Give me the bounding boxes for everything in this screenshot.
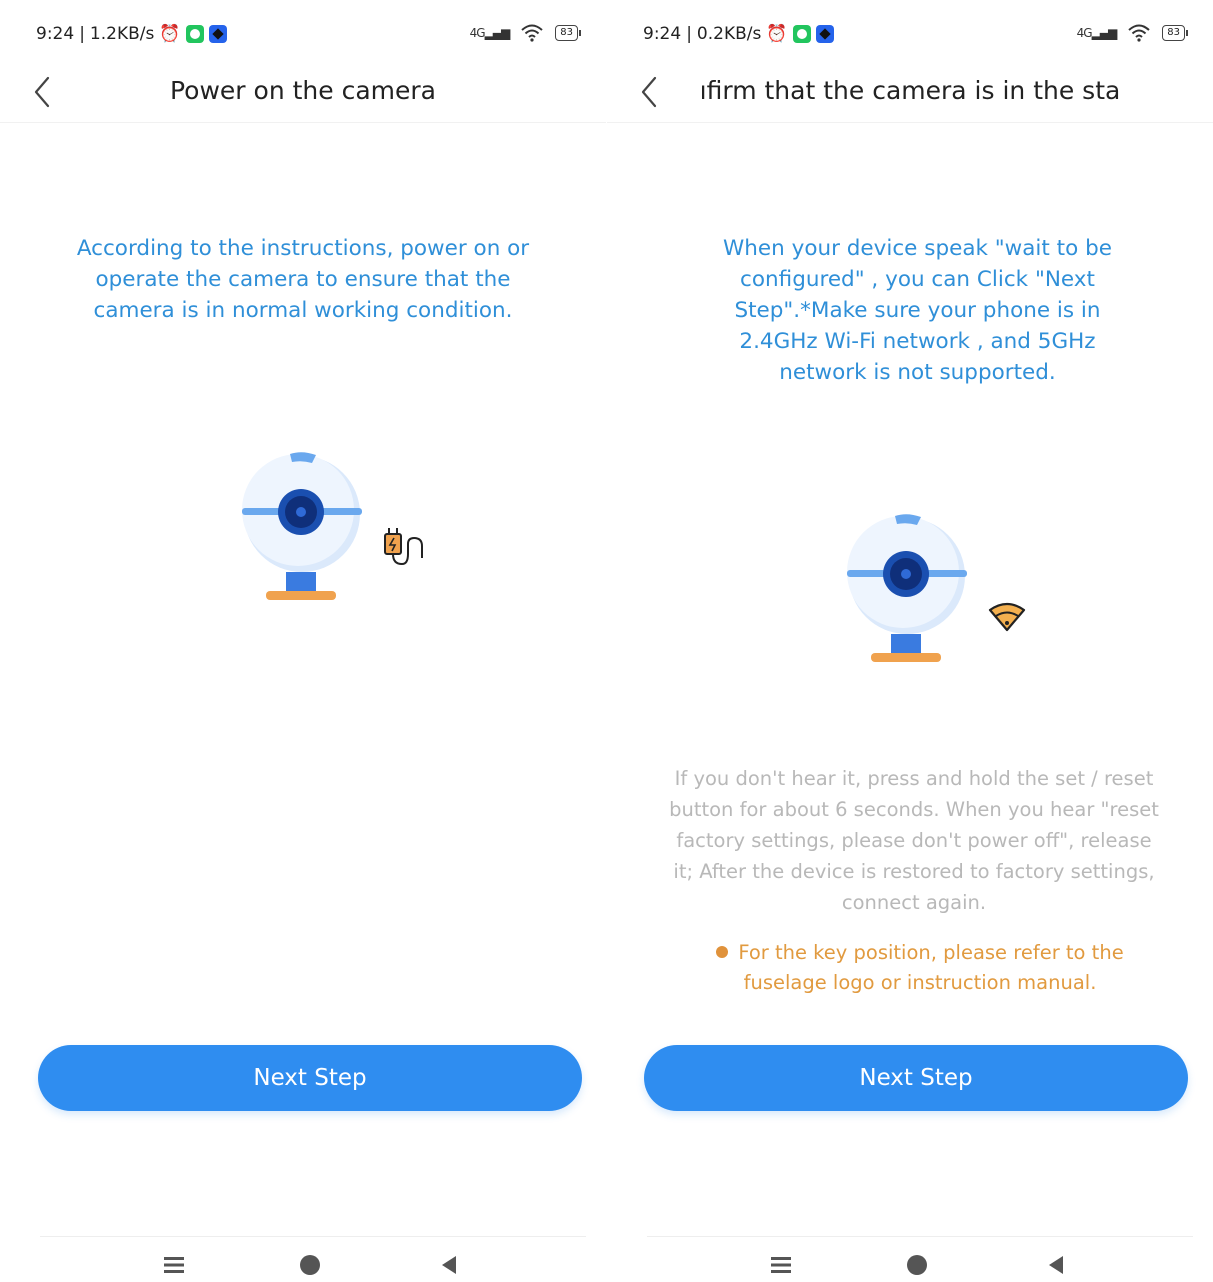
- battery-icon: 83: [555, 25, 581, 41]
- system-back-button[interactable]: [1043, 1251, 1071, 1279]
- bullet-dot: [716, 945, 729, 958]
- wifi-icon: [988, 602, 1026, 632]
- key-position-hint-text: For the key position, please refer to th…: [738, 941, 1124, 994]
- instruction-text: According to the instructions, power on …: [76, 236, 530, 323]
- status-right: 4G▂▄▆ 83: [1076, 24, 1188, 42]
- chat-app-icon: [185, 25, 204, 43]
- home-button[interactable]: [296, 1251, 324, 1279]
- reset-hint-text: If you don't hear it, press and hold the…: [669, 767, 1159, 914]
- chevron-left-icon: [641, 76, 657, 108]
- next-step-button[interactable]: Next Step: [644, 1045, 1188, 1111]
- status-left: 9:24 | 0.2KB/s ⏰: [643, 24, 834, 44]
- wifi-status-icon: [1128, 24, 1150, 42]
- status-right: 4G▂▄▆ 83: [469, 24, 581, 42]
- key-position-hint: For the key position, please refer to th…: [697, 938, 1143, 998]
- instruction-text: When your device speak "wait to be confi…: [723, 236, 1112, 385]
- cellular-signal-icon: 4G▂▄▆: [1076, 26, 1118, 40]
- home-button[interactable]: [903, 1251, 931, 1279]
- status-time: 9:24: [36, 24, 75, 44]
- chat-app-icon: [792, 25, 811, 43]
- power-plug-icon: [384, 528, 423, 566]
- battery-icon: 83: [1162, 25, 1188, 41]
- back-button[interactable]: [26, 72, 62, 112]
- screen-power-on: 9:24 | 1.2KB/s ⏰ 4G▂▄▆ 83 Power on the c…: [0, 0, 606, 1282]
- webcam-illustration: [242, 452, 423, 600]
- home-circle-icon: [300, 1255, 320, 1275]
- back-triangle-icon: [1049, 1256, 1063, 1274]
- page-title: ıfirm that the camera is in the sta: [699, 76, 1121, 105]
- status-left: 9:24 | 1.2KB/s ⏰: [36, 24, 227, 44]
- menu-icon: [164, 1257, 184, 1273]
- menu-icon: [771, 1257, 791, 1273]
- status-bar: 9:24 | 0.2KB/s ⏰ 4G▂▄▆ 83: [607, 18, 1213, 52]
- status-speed: 0.2KB/s: [696, 24, 762, 44]
- status-speed: 1.2KB/s: [89, 24, 155, 44]
- alarm-icon: ⏰: [159, 24, 181, 44]
- back-button[interactable]: [633, 72, 669, 112]
- next-step-button[interactable]: Next Step: [38, 1045, 582, 1111]
- chevron-left-icon: [34, 76, 50, 108]
- network-type: 4G: [1076, 26, 1093, 40]
- network-type: 4G: [469, 26, 486, 40]
- back-triangle-icon: [442, 1256, 456, 1274]
- cellular-signal-icon: 4G▂▄▆: [469, 26, 511, 40]
- system-back-button[interactable]: [436, 1251, 464, 1279]
- status-time: 9:24: [643, 24, 682, 44]
- recent-apps-button[interactable]: [160, 1251, 188, 1279]
- system-nav-bar: [647, 1236, 1193, 1282]
- app-notification-icon: [815, 25, 834, 43]
- system-nav-bar: [40, 1236, 586, 1282]
- status-divider: |: [79, 24, 85, 44]
- nav-bar: ıfirm that the camera is in the sta: [607, 62, 1213, 123]
- alarm-icon: ⏰: [766, 24, 788, 44]
- screen-confirm-state: 9:24 | 0.2KB/s ⏰ 4G▂▄▆ 83 ıfirm that the…: [607, 0, 1213, 1282]
- recent-apps-button[interactable]: [767, 1251, 795, 1279]
- app-notification-icon: [208, 25, 227, 43]
- home-circle-icon: [907, 1255, 927, 1275]
- wifi-status-icon: [521, 24, 543, 42]
- webcam-illustration: [847, 514, 1026, 662]
- nav-bar: Power on the camera: [0, 62, 606, 123]
- status-divider: |: [686, 24, 692, 44]
- page-title: Power on the camera: [170, 76, 436, 105]
- status-bar: 9:24 | 1.2KB/s ⏰ 4G▂▄▆ 83: [0, 18, 606, 52]
